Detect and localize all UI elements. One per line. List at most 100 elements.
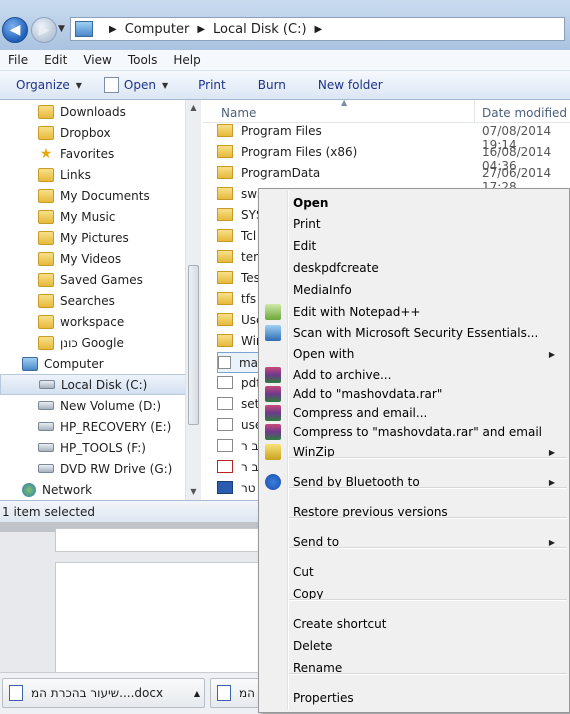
searches-folder-icon [38,293,54,308]
nav-item[interactable]: HP_RECOVERY (E:) [0,416,187,437]
context-menu-item[interactable]: Open [293,193,328,213]
context-menu-item[interactable]: Send to [293,532,339,552]
context-menu-item[interactable]: Add to "mashovdata.rar" [293,384,442,404]
folder-icon [217,208,233,221]
organize-button[interactable]: Organize ▼ [0,78,92,92]
document-icon [218,356,231,369]
nav-item[interactable]: ★ Favorites [0,143,187,164]
nav-item[interactable]: HP_TOOLS (F:) [0,437,187,458]
address-bar[interactable]: ▶ Computer ▶ Local Disk (C:) ▶ [70,17,565,41]
scroll-up-icon[interactable]: ▲ [186,100,201,115]
computer-icon [22,356,38,371]
menu-icon-gutter [287,191,289,710]
file-row[interactable]: ProgramData [217,163,477,182]
windows-drive-icon [39,380,55,389]
menu-help[interactable]: Help [165,53,208,67]
file-row[interactable]: Program Files (x86) [217,142,477,161]
context-menu-item[interactable]: Send by Bluetooth to [293,472,420,492]
nav-item[interactable]: My Pictures [0,227,187,248]
chevron-down-icon: ▼ [161,80,169,90]
nav-item[interactable]: Searches [0,290,187,311]
context-menu-item[interactable]: Edit with Notepad++ [293,302,420,322]
folder-icon [217,313,233,326]
context-menu-item[interactable]: Create shortcut [293,614,386,634]
nav-item[interactable]: Downloads [0,101,187,122]
context-menu-item[interactable]: Edit [293,236,316,256]
context-menu-item[interactable]: Delete [293,636,332,656]
context-menu-item[interactable]: Compress and email... [293,403,427,423]
file-row[interactable]: ma [217,352,259,373]
back-arrow-icon: ◀ [9,22,21,38]
breadcrumb-separator-icon[interactable]: ▶ [109,24,117,35]
context-menu-item[interactable]: Cut [293,562,314,582]
scroll-down-icon[interactable]: ▼ [186,484,201,499]
nav-item-label: Dropbox [60,125,111,140]
winrar-icon [265,424,281,440]
new-folder-button[interactable]: New folder [296,78,393,92]
nav-item-label: workspace [60,314,125,329]
column-name-header[interactable]: Name [221,106,256,120]
context-menu-item[interactable]: WinZip [293,442,335,462]
download-item[interactable]: שיעור בהכרת המ....docx ▲ [2,678,205,708]
nav-item[interactable]: כונן Google [0,332,187,353]
nav-item[interactable]: New Volume (D:) [0,395,187,416]
breadcrumb-separator-icon[interactable]: ▶ [197,24,205,35]
menu-separator [289,599,567,601]
column-date-header[interactable]: Date modified [482,106,567,120]
recent-pages-dropdown-icon[interactable]: ▼ [58,24,65,34]
folder-icon [217,187,233,200]
back-button[interactable]: ◀ [2,17,28,43]
context-menu-item[interactable]: Rename [293,658,342,678]
menu-edit[interactable]: Edit [36,53,75,67]
menu-view[interactable]: View [75,53,119,67]
nav-item[interactable]: Local Disk (C:) [0,374,187,395]
nav-item[interactable]: workspace [0,311,187,332]
column-divider[interactable] [474,100,475,122]
word-document-icon [217,481,233,494]
context-menu-item[interactable]: deskpdfcreate [293,258,379,278]
nav-item[interactable]: My Music [0,206,187,227]
nav-item[interactable]: Links [0,164,187,185]
nav-scrollbar[interactable]: ▲ ▼ [185,100,201,500]
file-name: Program Files [241,123,322,138]
menu-separator [289,547,567,549]
breadcrumb-separator-icon[interactable]: ▶ [315,24,323,35]
menu-file[interactable]: File [0,53,36,67]
context-menu-item[interactable]: Open with [293,344,354,364]
context-menu-item[interactable]: Properties [293,688,354,708]
music-folder-icon [38,209,54,224]
context-menu-item[interactable]: MediaInfo [293,280,352,300]
nav-item-label: HP_RECOVERY (E:) [60,419,172,434]
context-menu-item[interactable]: Copy [293,584,323,604]
context-menu-item[interactable]: Print [293,214,321,234]
drive-icon [38,443,54,452]
context-menu-item[interactable]: Restore previous versions [293,502,448,522]
menu-separator [289,673,567,675]
nav-item[interactable]: Computer [0,353,187,374]
nav-item[interactable]: Network [0,479,187,500]
breadcrumb-computer[interactable]: Computer [125,22,190,37]
nav-item[interactable]: My Videos [0,248,187,269]
print-button[interactable]: Print [178,78,236,92]
nav-item-label: Computer [44,356,104,371]
nav-item[interactable]: Dropbox [0,122,187,143]
nav-item[interactable]: DVD RW Drive (G:) [0,458,187,479]
nav-item[interactable]: Saved Games [0,269,187,290]
document-page [55,528,262,552]
favorites-star-icon: ★ [39,145,53,162]
submenu-arrow-icon: ▶ [548,538,555,547]
burn-button[interactable]: Burn [236,78,296,92]
nav-item[interactable]: My Documents [0,185,187,206]
file-name: set [241,396,260,411]
context-menu-item[interactable]: Compress to "mashovdata.rar" and email [293,422,542,442]
open-button[interactable]: Open ▼ [92,77,178,93]
context-menu-item[interactable]: Scan with Microsoft Security Essentials.… [293,323,538,343]
menu-tools[interactable]: Tools [120,53,166,67]
chevron-up-icon[interactable]: ▲ [194,689,200,698]
nav-item-label: New Volume (D:) [60,398,162,413]
file-row[interactable]: Program Files [217,121,477,140]
forward-button[interactable]: ▶ [31,17,57,43]
nav-scrollbar-thumb[interactable] [188,265,199,425]
context-menu-item[interactable]: Add to archive... [293,365,391,385]
breadcrumb-local-disk[interactable]: Local Disk (C:) [213,22,306,37]
